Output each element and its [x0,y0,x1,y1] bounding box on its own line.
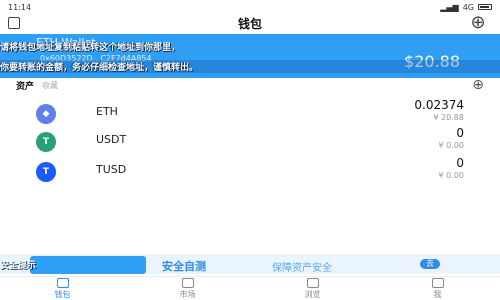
asset-symbol: TUSD [96,163,127,176]
promo-go-button[interactable]: 去 [420,259,440,269]
promo-image [30,256,146,274]
promo-title: 安全自测 [162,260,206,273]
asset-amount: 0 [456,126,464,140]
overlay-note-1: 请将钱包地址复制粘贴转这个地址到你那里， [0,43,181,53]
tab-browse[interactable]: 浏览 [250,277,375,300]
asset-amount: 0.02374 [414,98,464,112]
status-left: 11:14 [8,3,31,12]
page-title: 钱包 [237,16,262,31]
asset-row-usdt[interactable]: T USDT 0 ¥ 0.00 [0,126,500,154]
tab-market[interactable]: 市场 [125,277,250,300]
asset-symbol: ETH [96,105,118,118]
battery-icon [478,4,492,10]
top-bar: 钱包 ⊕ [0,12,500,34]
tab-label: 浏览 [304,289,321,299]
status-time: 11:14 [8,2,32,12]
asset-symbol: USDT [96,133,127,146]
browse-icon [306,277,319,288]
tab-label: 市场 [179,289,196,299]
asset-row-tusd[interactable]: T TUSD 0 ¥ 0.00 [0,156,500,184]
me-icon [431,277,444,288]
tab-label: 我 [433,289,442,299]
usdt-icon: T [36,132,56,152]
collect-tab[interactable]: 收藏 [42,80,58,91]
wallet-icon [56,277,69,288]
eth-icon: ◆ [36,104,56,124]
overlay-note-2: 你要转账的金额，务必仔细检查地址，谨慎转出。 [0,60,500,73]
asset-value: ¥ 0.00 [438,141,464,150]
promo-overlay-note: 安全提示 [0,261,37,271]
market-icon [181,277,194,288]
asset-amount: 0 [456,156,464,170]
tab-me[interactable]: 我 [375,277,500,300]
scan-icon[interactable] [8,17,20,29]
status-right: ▂▄▆ 4G [440,3,492,12]
promo-subtitle: 保障资产安全 [272,263,332,274]
asset-value: ¥ 0.00 [438,171,464,180]
add-asset-icon[interactable]: ⊕ [472,78,484,92]
tab-label: 钱包 [54,289,71,299]
assets-header: 资产 收藏 ⊕ [16,78,486,92]
add-icon[interactable]: ⊕ [466,14,490,32]
promo-strip[interactable]: 安全提示 安全自测 保障资产安全 去 [0,254,500,274]
tab-wallet[interactable]: 钱包 [0,277,125,300]
wallet-banner[interactable]: ETH-Wallet 0x60D3522D...C2F7d4A854 $20.8… [0,34,500,78]
signal-icon: ▂▄▆ [440,2,459,12]
asset-row-eth[interactable]: ◆ ETH 0.02374 ¥ 20.88 [0,98,500,126]
assets-tab[interactable]: 资产 [16,79,34,92]
bottom-tab-bar: 钱包 市场 浏览 我 [0,276,500,300]
tusd-icon: T [36,162,56,182]
network-label: 4G [462,2,474,12]
asset-value: ¥ 20.88 [433,113,464,122]
